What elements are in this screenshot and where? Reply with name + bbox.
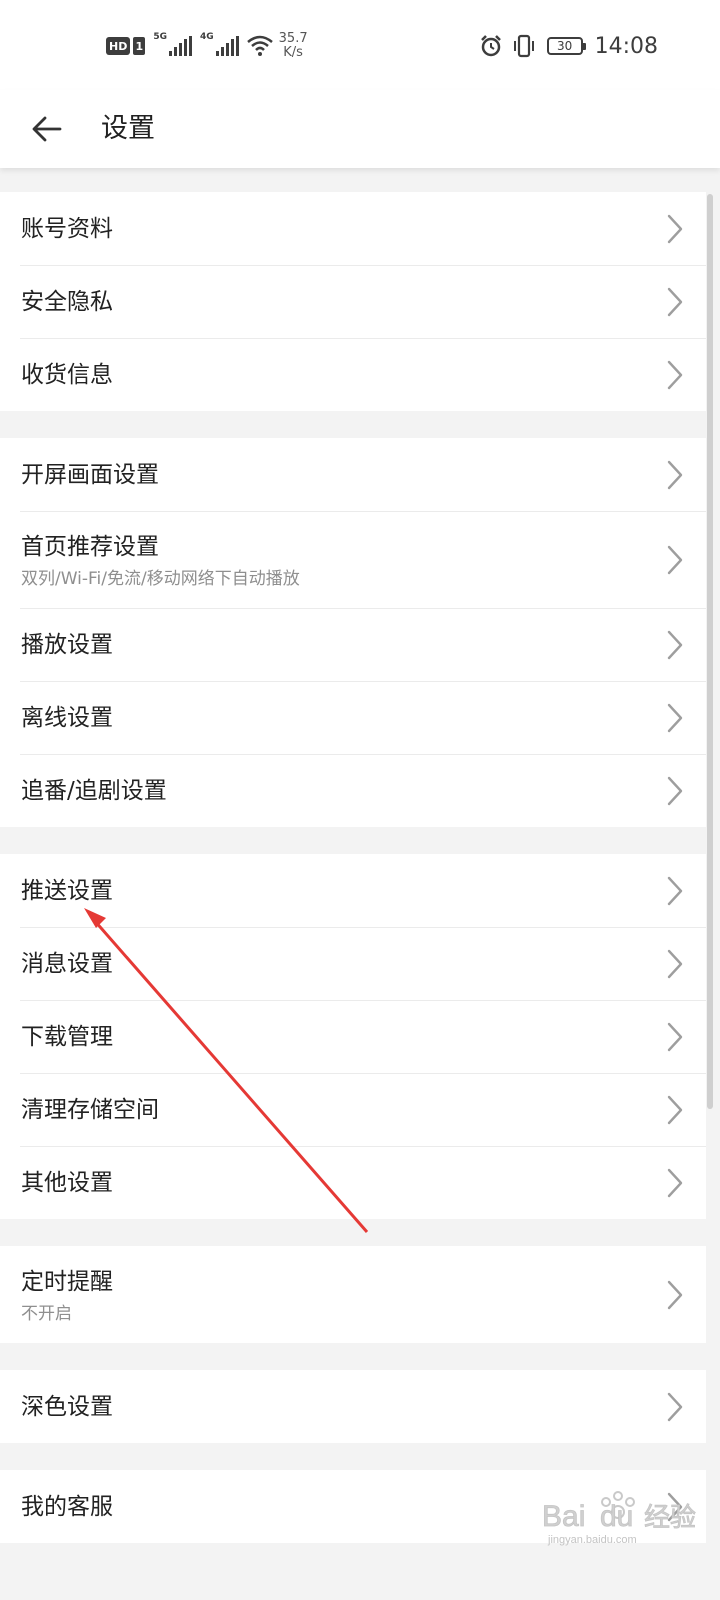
settings-row-label: 定时提醒 [21,1269,113,1295]
settings-row[interactable]: 清理存储空间 [0,1073,706,1146]
network-speed: 35.7 K/s [279,32,308,60]
settings-row[interactable]: 定时提醒 不开启 [0,1246,706,1343]
chevron-right-icon [666,1022,684,1052]
status-left: HD 1 5G 4G 35.7 K/s [106,30,308,62]
chevron-right-icon [666,703,684,733]
settings-row[interactable]: 账号资料 [0,192,706,265]
chevron-right-icon [666,630,684,660]
signal-icon [169,36,192,56]
settings-row-label: 首页推荐设置 [21,534,159,560]
chevron-right-icon [666,287,684,317]
chevron-right-icon [666,1168,684,1198]
settings-row[interactable]: 下载管理 [0,1000,706,1073]
settings-row[interactable]: 其他设置 [0,1146,706,1219]
wifi-icon [246,35,273,56]
settings-row[interactable]: 推送设置 [0,854,706,927]
status-bar: HD 1 5G 4G 35.7 K/s 30 14:08 [0,0,720,90]
settings-row-label: 追番/追剧设置 [21,778,167,804]
network-5g-label: 5G [153,32,167,42]
chevron-right-icon [666,1095,684,1125]
settings-row[interactable]: 开屏画面设置 [0,438,706,511]
sim-badge: 1 [133,37,146,55]
alarm-icon [480,35,501,57]
settings-row[interactable]: 离线设置 [0,681,706,754]
settings-group: 深色设置 [0,1370,706,1443]
settings-row-label: 开屏画面设置 [21,462,159,488]
chevron-right-icon [666,214,684,244]
hd-badge: HD [106,37,131,55]
chevron-right-icon [666,1392,684,1422]
chevron-right-icon [666,545,684,575]
settings-row[interactable]: 安全隐私 [0,265,706,338]
settings-row-label: 账号资料 [21,216,113,242]
svg-text:jingyan.baidu.com: jingyan.baidu.com [547,1534,637,1546]
svg-text:du: du [600,1500,633,1533]
back-button[interactable] [22,104,72,154]
settings-row-subtitle: 双列/Wi-Fi/免流/移动网络下自动播放 [21,569,300,589]
settings-row[interactable]: 追番/追剧设置 [0,754,706,827]
settings-group: 推送设置消息设置下载管理清理存储空间 其他设置 [0,854,706,1219]
settings-row[interactable]: 播放设置 [0,608,706,681]
settings-row-label: 收货信息 [21,362,113,388]
chevron-right-icon [666,876,684,906]
baidu-jingyan-watermark: Bai du 经验 jingyan.baidu.com [542,1491,696,1546]
arrow-left-icon [32,116,62,142]
battery-indicator: 30 [546,37,586,55]
app-header: 设置 [0,90,720,168]
settings-row-label: 播放设置 [21,632,113,658]
chevron-right-icon [666,1280,684,1310]
settings-row-label: 清理存储空间 [21,1097,159,1123]
speed-unit: K/s [283,45,303,60]
settings-row-subtitle: 不开启 [21,1304,72,1324]
settings-list: 账号资料安全隐私收货信息开屏画面设置 首页推荐设置双列/Wi-Fi/免流/移动网络… [0,192,706,1570]
settings-row-label: 深色设置 [21,1394,113,1420]
vibrate-icon [513,34,534,58]
network-4g-label: 4G [200,32,214,42]
svg-text:经验: 经验 [644,1503,696,1533]
svg-text:Bai: Bai [542,1500,585,1533]
settings-group: 账号资料安全隐私收货信息 [0,192,706,411]
settings-row-label: 消息设置 [21,951,113,977]
status-time: 14:08 [594,33,658,59]
settings-row-label: 下载管理 [21,1024,113,1050]
settings-row-label: 我的客服 [21,1494,113,1520]
settings-row[interactable]: 收货信息 [0,338,706,411]
status-right: 30 14:08 [479,31,658,61]
settings-row[interactable]: 深色设置 [0,1370,706,1443]
chevron-right-icon [666,776,684,806]
chevron-right-icon [666,949,684,979]
chevron-right-icon [666,460,684,490]
settings-row-label: 离线设置 [21,705,113,731]
signal-icon [215,36,239,56]
settings-row-label: 安全隐私 [21,289,113,315]
settings-row-label: 推送设置 [21,878,113,904]
speed-value: 35.7 [278,31,308,46]
settings-row-label: 其他设置 [21,1170,113,1196]
settings-row[interactable]: 首页推荐设置双列/Wi-Fi/免流/移动网络下自动播放 [0,511,706,608]
scrollbar[interactable] [707,194,713,1109]
page-title: 设置 [101,113,155,144]
settings-group: 定时提醒 不开启 [0,1246,706,1343]
settings-row[interactable]: 消息设置 [0,927,706,1000]
chevron-right-icon [666,360,684,390]
settings-group: 开屏画面设置 首页推荐设置双列/Wi-Fi/免流/移动网络下自动播放播放设置离线设… [0,438,706,827]
